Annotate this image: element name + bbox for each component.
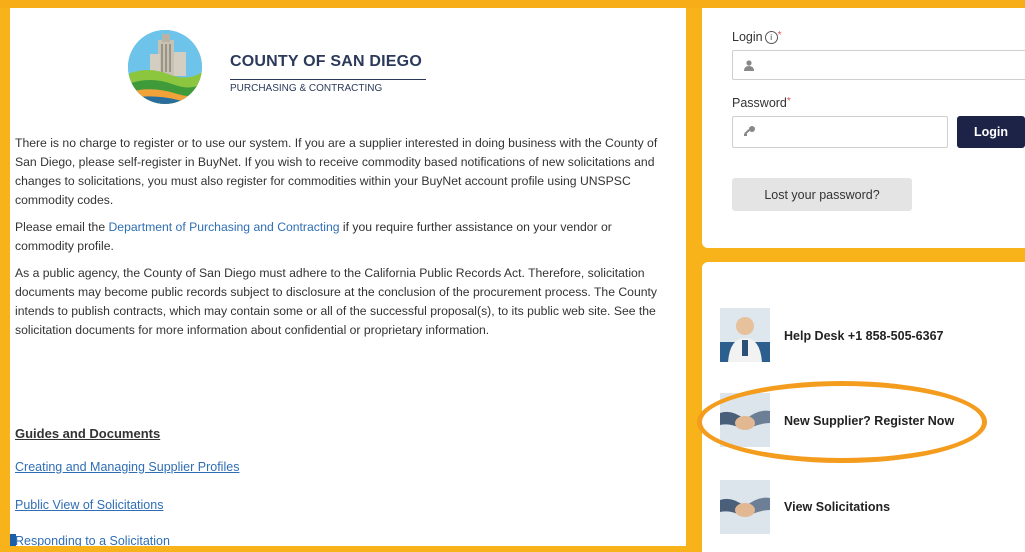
register-text[interactable]: New Supplier? Register Now bbox=[784, 414, 954, 428]
logo-subtitle: PURCHASING & CONTRACTING bbox=[230, 79, 426, 94]
login-label: Login i * bbox=[732, 30, 782, 45]
intro-p2-before: Please email the bbox=[15, 220, 109, 234]
password-label: Password* bbox=[732, 96, 791, 110]
logo-title: COUNTY OF SAN DIEGO bbox=[230, 53, 422, 70]
info-panel: COUNTY OF SAN DIEGO PURCHASING & CONTRAC… bbox=[10, 8, 686, 546]
login-label-text: Login bbox=[732, 30, 763, 44]
top-accent-bar bbox=[0, 0, 1025, 8]
user-icon bbox=[743, 59, 757, 73]
required-mark: * bbox=[777, 30, 782, 41]
guide-link-public-view[interactable]: Public View of Solicitations bbox=[15, 498, 163, 512]
lost-password-button[interactable]: Lost your password? bbox=[732, 178, 912, 211]
county-logo-emblem bbox=[128, 30, 202, 104]
county-logo: COUNTY OF SAN DIEGO PURCHASING & CONTRAC… bbox=[128, 30, 438, 106]
help-desk-text: Help Desk +1 858-505-6367 bbox=[784, 329, 944, 343]
purchasing-department-link[interactable]: Department of Purchasing and Contracting bbox=[109, 220, 340, 234]
info-icon[interactable]: i bbox=[764, 31, 778, 45]
password-required-mark: * bbox=[786, 96, 791, 107]
blue-edge-marker bbox=[10, 534, 16, 546]
solicitations-photo bbox=[720, 480, 770, 534]
password-input[interactable] bbox=[763, 121, 941, 143]
password-field[interactable] bbox=[732, 116, 948, 148]
help-desk-photo bbox=[720, 308, 770, 362]
help-desk-item[interactable]: Help Desk +1 858-505-6367 bbox=[720, 308, 1010, 362]
key-icon bbox=[743, 125, 757, 139]
intro-paragraph-2: Please email the Department of Purchasin… bbox=[15, 218, 665, 256]
intro-paragraph-3: As a public agency, the County of San Di… bbox=[15, 266, 657, 337]
guides-heading: Guides and Documents bbox=[15, 426, 161, 441]
handshake-photo bbox=[720, 393, 770, 447]
view-solicitations-text: View Solicitations bbox=[784, 500, 891, 514]
guide-link-supplier-profiles[interactable]: Creating and Managing Supplier Profiles bbox=[15, 460, 239, 474]
login-field[interactable] bbox=[732, 50, 1025, 80]
view-solicitations-item[interactable]: View Solicitations bbox=[720, 480, 940, 534]
login-input[interactable] bbox=[763, 55, 1025, 77]
building-hills-icon bbox=[128, 30, 202, 104]
register-item[interactable]: New Supplier? Register Now bbox=[720, 393, 990, 447]
intro-text: There is no charge to register or to use… bbox=[15, 134, 665, 348]
guide-link-responding[interactable]: Responding to a Solicitation bbox=[15, 534, 170, 546]
password-label-text: Password bbox=[732, 96, 787, 110]
login-button[interactable]: Login bbox=[957, 116, 1025, 148]
intro-paragraph-1: There is no charge to register or to use… bbox=[15, 136, 658, 207]
